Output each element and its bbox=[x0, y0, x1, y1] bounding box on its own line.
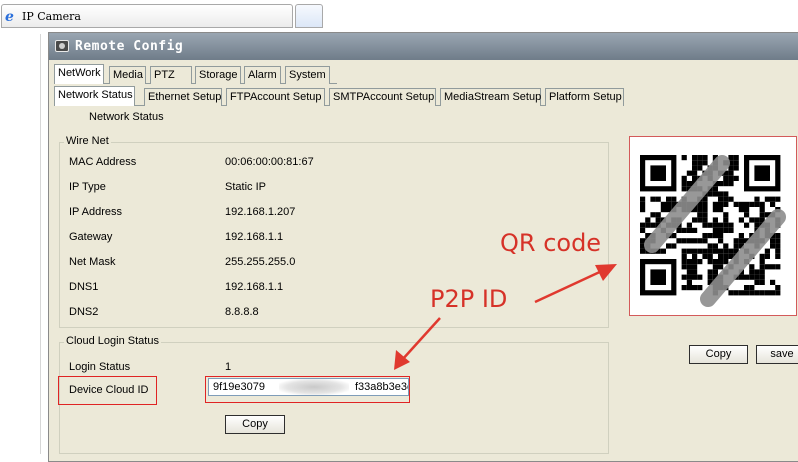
tab-network-status-label: Network Status bbox=[58, 89, 133, 101]
tab-network-status[interactable]: Network Status bbox=[54, 86, 135, 106]
qr-arrow-shaft bbox=[534, 268, 605, 304]
tab-network[interactable]: NetWork bbox=[54, 64, 104, 84]
tab-network-label: NetWork bbox=[58, 67, 101, 79]
p2p-arrow-shaft bbox=[401, 317, 441, 361]
annotation-arrows bbox=[394, 264, 617, 370]
